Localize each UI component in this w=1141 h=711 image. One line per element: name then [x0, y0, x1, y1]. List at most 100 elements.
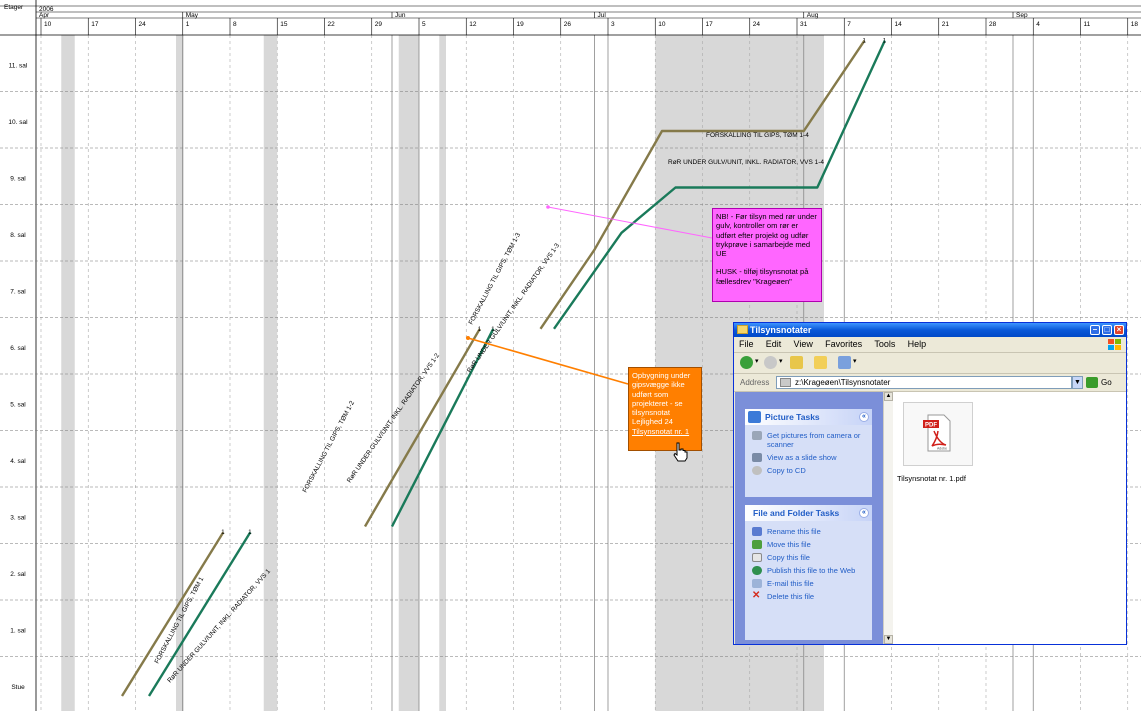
floor-label: 8. sal	[10, 232, 26, 239]
task-email[interactable]: E-mail this file	[745, 577, 872, 590]
task-pane-scrollbar[interactable]: ▲ ▼	[883, 392, 893, 644]
week-tick-label: 17	[706, 21, 714, 28]
address-bar: Address z:\Krageøen\Tilsynsnotater ▼ Go	[734, 374, 1126, 392]
file-folder-tasks-panel: File and Folder Tasks « Rename this file…	[745, 505, 872, 640]
task-publish[interactable]: Publish this file to the Web	[745, 564, 872, 577]
file-name[interactable]: Tilsynsnotat nr. 1.pdf	[897, 474, 966, 483]
week-tick-label: 4	[1036, 21, 1040, 28]
floor-label: Stue	[11, 684, 25, 691]
copy-icon	[752, 553, 762, 562]
views-dropdown-icon[interactable]: ▾	[853, 357, 857, 365]
minimize-icon[interactable]: –	[1090, 325, 1100, 335]
cd-icon	[752, 466, 762, 475]
forward-dropdown-icon[interactable]: ▾	[779, 357, 783, 365]
slideshow-icon	[752, 453, 762, 462]
floor-label: 11. sal	[9, 62, 28, 69]
week-tick-label: 1	[186, 21, 190, 28]
week-tick-label: 11	[1084, 21, 1091, 28]
window-titlebar[interactable]: Tilsynsnotater – □ ×	[734, 323, 1126, 337]
segment-end-marker: 1	[883, 39, 887, 45]
file-tasks-title: File and Folder Tasks	[753, 508, 840, 518]
go-button[interactable]: Go	[1101, 378, 1112, 387]
menu-tools[interactable]: Tools	[869, 337, 900, 352]
windows-logo-icon	[1108, 339, 1121, 350]
week-tick-label: 10	[44, 21, 52, 28]
scroll-down-icon[interactable]: ▼	[884, 635, 893, 644]
toolbar: ▾ ▾ ▾	[734, 353, 1126, 374]
task-rename[interactable]: Rename this file	[745, 525, 872, 538]
task-label-ror_14: RøR UNDER GULV/UNIT, INKL. RADIATOR, VVS…	[668, 159, 824, 166]
task-copy-cd[interactable]: Copy to CD	[745, 464, 872, 477]
collapse-icon[interactable]: «	[859, 508, 869, 518]
floor-label: 10. sal	[8, 119, 28, 126]
back-dropdown-icon[interactable]: ▾	[755, 357, 759, 365]
week-tick-label: 17	[91, 21, 99, 28]
week-tick-label: 31	[800, 21, 808, 28]
month-label: May	[186, 12, 199, 19]
go-arrow-icon[interactable]	[1086, 377, 1098, 388]
menu-edit[interactable]: Edit	[761, 337, 787, 352]
orange-note: Opbygning under gipsvægge ikke udført so…	[628, 367, 702, 451]
pink-note-text-2: HUSK - tilføj tilsynsnotat på fællesdrev…	[716, 267, 809, 286]
task-label: View as a slide show	[767, 453, 837, 462]
picture-tasks-title: Picture Tasks	[765, 412, 820, 422]
task-move[interactable]: Move this file	[745, 538, 872, 551]
header-background	[0, 0, 1141, 35]
orange-callout-line	[467, 337, 629, 385]
task-label: Copy to CD	[767, 466, 806, 475]
week-tick-label: 24	[753, 21, 761, 28]
week-tick-label: 10	[658, 21, 666, 28]
floor-label: 5. sal	[10, 401, 26, 408]
menu-favorites[interactable]: Favorites	[820, 337, 867, 352]
task-delete[interactable]: ✕ Delete this file	[745, 590, 872, 603]
week-tick-label: 8	[233, 21, 237, 28]
up-folder-icon[interactable]	[790, 356, 803, 369]
menu-help[interactable]: Help	[903, 337, 932, 352]
back-icon[interactable]	[740, 356, 753, 369]
task-label: Copy this file	[767, 553, 810, 562]
week-tick-label: 18	[1131, 21, 1139, 28]
picture-tasks-header[interactable]: Picture Tasks «	[745, 409, 872, 425]
month-label: Aug	[807, 12, 819, 19]
views-icon[interactable]	[838, 356, 851, 369]
corner-label: Etager	[4, 4, 24, 11]
task-copy[interactable]: Copy this file	[745, 551, 872, 564]
forward-icon[interactable]	[764, 356, 777, 369]
menu-file[interactable]: File	[734, 337, 759, 352]
month-label: Sep	[1016, 12, 1028, 19]
week-tick-label: 12	[469, 21, 477, 28]
close-icon[interactable]: ×	[1114, 325, 1124, 335]
month-label: Apr	[39, 12, 50, 19]
task-label: Rename this file	[767, 527, 821, 536]
file-thumbnail[interactable]: PDF Adobe	[903, 402, 973, 466]
pdf-icon-text: PDF	[925, 423, 937, 429]
drive-icon	[780, 378, 791, 387]
floor-label: 7. sal	[10, 288, 26, 295]
orange-note-text: Opbygning under gipsvægge ikke udført so…	[632, 371, 691, 427]
segment-end-marker: 1	[478, 327, 482, 333]
segment-end-marker: 1	[221, 530, 225, 536]
address-input[interactable]: z:\Krageøen\Tilsynsnotater	[776, 376, 1072, 389]
floor-label: 1. sal	[10, 627, 26, 634]
explorer-window: Tilsynsnotater – □ × File Edit View Favo…	[733, 322, 1127, 645]
pink-note-text-1: NB! - Før tilsyn med rør under gulv, kon…	[716, 212, 817, 259]
picture-tasks-icon	[748, 411, 761, 423]
folders-icon[interactable]	[814, 356, 827, 369]
task-get-pictures[interactable]: Get pictures from camera or scanner	[745, 429, 872, 451]
pdf-icon: PDF Adobe	[923, 414, 951, 452]
tilsynsnotat-link[interactable]: Tilsynsnotat nr. 1	[632, 427, 689, 436]
scroll-up-icon[interactable]: ▲	[884, 392, 893, 401]
collapse-icon[interactable]: «	[859, 412, 869, 422]
email-icon	[752, 579, 762, 588]
floor-label: 6. sal	[10, 345, 26, 352]
week-tick-label: 28	[989, 21, 997, 28]
maximize-icon[interactable]: □	[1102, 325, 1112, 335]
address-label: Address	[740, 378, 770, 387]
menu-view[interactable]: View	[789, 337, 818, 352]
task-slide-show[interactable]: View as a slide show	[745, 451, 872, 464]
hand-cursor-icon	[673, 442, 688, 462]
month-label: Jul	[598, 12, 607, 19]
address-dropdown-icon[interactable]: ▼	[1072, 376, 1083, 389]
address-value: z:\Krageøen\Tilsynsnotater	[795, 378, 891, 387]
file-folder-tasks-header[interactable]: File and Folder Tasks «	[745, 505, 872, 521]
